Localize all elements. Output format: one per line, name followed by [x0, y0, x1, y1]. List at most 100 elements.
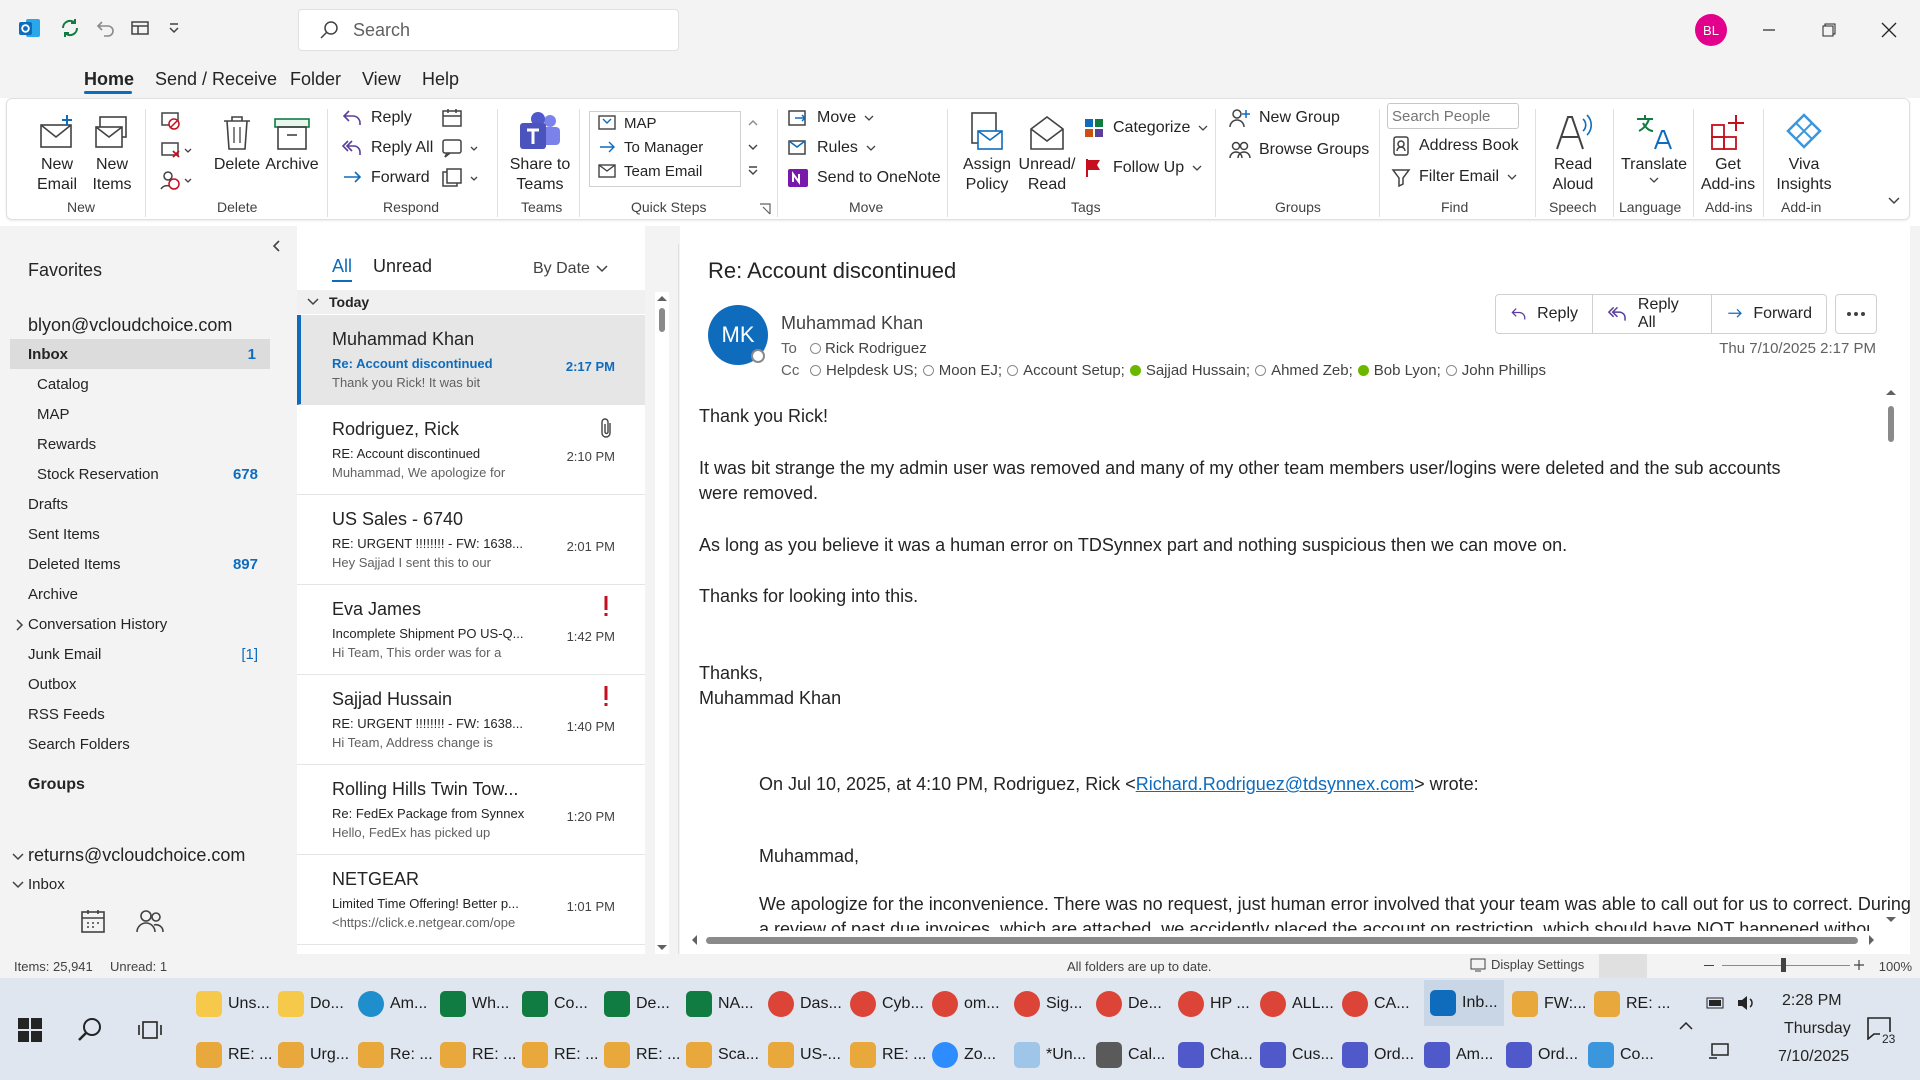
cc-recipient[interactable]: Moon EJ; — [939, 362, 1002, 379]
taskbar-item[interactable]: *Un... — [1014, 1033, 1086, 1077]
reading-hscrollbar[interactable] — [688, 933, 1878, 947]
tab-send-receive[interactable]: Send / Receive — [155, 69, 277, 90]
cc-recipient[interactable]: John Phillips — [1462, 362, 1546, 379]
expand-gallery-icon[interactable] — [741, 159, 765, 183]
folder-item-outbox[interactable]: Outbox — [28, 676, 76, 693]
folder-item-inbox2[interactable]: Inbox — [28, 876, 65, 893]
taskbar-item[interactable]: ALL... — [1260, 982, 1334, 1026]
layout-icon[interactable] — [126, 14, 154, 42]
taskbar-item[interactable]: Cha... — [1178, 1033, 1253, 1077]
clock-date[interactable]: 7/10/2025 — [1778, 1048, 1849, 1066]
taskbar-item[interactable]: Sig... — [1014, 982, 1082, 1026]
restore-button[interactable] — [1806, 12, 1852, 48]
message-list-scrollbar[interactable] — [655, 292, 669, 954]
reply-all-button-reading[interactable]: Reply All — [1592, 294, 1712, 334]
ignore-icon[interactable] — [159, 109, 181, 131]
taskbar-item[interactable]: De... — [604, 982, 670, 1026]
sync-icon[interactable] — [56, 14, 84, 42]
taskbar-item[interactable]: RE: ... — [522, 1033, 598, 1077]
collapse-folder-pane-icon[interactable] — [272, 240, 282, 252]
list-item[interactable]: US Sales - 6740 RE: URGENT !!!!!!!! - FW… — [297, 495, 645, 585]
search-people-input[interactable] — [1387, 103, 1519, 129]
people-icon[interactable] — [136, 908, 164, 934]
taskbar-item[interactable]: om... — [932, 982, 1000, 1026]
close-button[interactable] — [1866, 12, 1912, 48]
forward-button-reading[interactable]: Forward — [1711, 294, 1827, 334]
volume-icon[interactable] — [1736, 994, 1756, 1012]
cc-recipient[interactable]: Sajjad Hussain; — [1146, 362, 1250, 379]
taskbar-item[interactable]: RE: ... — [1594, 982, 1670, 1026]
search-input[interactable]: Search — [298, 9, 679, 51]
tab-folder[interactable]: Folder — [290, 69, 341, 90]
taskbar-item[interactable]: Co... — [1588, 1033, 1654, 1077]
rules-button[interactable]: Rules — [787, 137, 876, 159]
more-respond-icon[interactable] — [441, 167, 481, 189]
reply-button-reading[interactable]: Reply — [1495, 294, 1593, 334]
reply-all-button[interactable]: Reply All — [341, 137, 433, 159]
scroll-up-icon[interactable] — [1884, 386, 1898, 398]
favorites-heading[interactable]: Favorites — [28, 260, 102, 281]
dialog-launcher-icon[interactable] — [759, 203, 771, 215]
forward-button[interactable]: Forward — [341, 167, 430, 189]
folder-item-archive[interactable]: Archive — [28, 586, 78, 603]
folder-item-drafts[interactable]: Drafts — [28, 496, 68, 513]
address-book-button[interactable]: Address Book — [1391, 135, 1519, 157]
folder-item-rewards[interactable]: Rewards — [37, 436, 96, 453]
zoom-slider-thumb[interactable] — [1781, 958, 1786, 972]
show-hidden-icons[interactable] — [1678, 1020, 1694, 1032]
archive-button[interactable]: Archive — [262, 107, 322, 175]
taskbar-item[interactable]: RE: ... — [440, 1033, 516, 1077]
send-to-onenote-button[interactable]: Send to OneNote — [787, 167, 941, 189]
categorize-button[interactable]: Categorize — [1083, 117, 1208, 139]
taskbar-item[interactable]: NA... — [686, 982, 754, 1026]
list-item[interactable]: Rolling Hills Twin Tow... Re: FedEx Pack… — [297, 765, 645, 855]
network-icon[interactable] — [1708, 1042, 1730, 1060]
taskbar-item[interactable]: Ord... — [1506, 1033, 1578, 1077]
windows-start-icon[interactable] — [18, 1018, 42, 1042]
scrollbar-thumb[interactable] — [659, 308, 665, 332]
junk-icon[interactable] — [159, 169, 193, 191]
taskbar-item[interactable]: RE: ... — [850, 1033, 926, 1077]
sort-dropdown[interactable]: By Date — [533, 260, 608, 278]
taskbar-item[interactable]: De... — [1096, 982, 1162, 1026]
task-view-icon[interactable] — [138, 1018, 162, 1042]
reply-button[interactable]: Reply — [341, 107, 412, 129]
delete-button[interactable]: Delete — [207, 107, 267, 175]
scroll-right-icon[interactable] — [1866, 933, 1878, 947]
taskbar-item-active[interactable]: Inb... — [1424, 980, 1504, 1026]
undo-icon[interactable] — [92, 14, 120, 42]
tab-help[interactable]: Help — [422, 69, 459, 90]
list-item[interactable]: Muhammad Khan Re: Account discontinued T… — [297, 315, 645, 405]
collapse-ribbon-icon[interactable] — [1887, 195, 1901, 207]
zoom-out-icon[interactable] — [1704, 965, 1714, 966]
more-actions-button[interactable] — [1835, 294, 1877, 334]
tab-view[interactable]: View — [362, 69, 401, 90]
sender-name[interactable]: Muhammad Khan — [781, 313, 923, 334]
read-aloud-button[interactable]: Read Aloud — [1543, 107, 1603, 195]
get-addins-button[interactable]: Get Add-ins — [1697, 107, 1759, 195]
taskbar-item[interactable]: HP ... — [1178, 982, 1250, 1026]
folder-item-junk-email[interactable]: Junk Email — [28, 646, 101, 663]
clock-time[interactable]: 2:28 PM — [1782, 992, 1842, 1010]
taskbar-item[interactable]: Sca... — [686, 1033, 759, 1077]
quick-step-team-email[interactable]: Team Email — [598, 162, 702, 180]
taskbar-item[interactable]: Am... — [358, 982, 427, 1026]
filter-unread-tab[interactable]: Unread — [373, 256, 432, 277]
cc-recipient[interactable]: Helpdesk US; — [826, 362, 918, 379]
scrollbar-thumb[interactable] — [706, 937, 1858, 944]
taskbar-item[interactable]: Wh... — [440, 982, 509, 1026]
battery-icon[interactable] — [1706, 996, 1726, 1010]
minimize-button[interactable] — [1746, 12, 1792, 48]
cc-recipient[interactable]: Account Setup; — [1023, 362, 1125, 379]
quick-steps-gallery[interactable]: MAP To Manager Team Email — [589, 111, 765, 187]
quick-step-to-manager[interactable]: To Manager — [598, 138, 703, 156]
chevron-right-icon[interactable] — [14, 619, 24, 631]
new-email-button[interactable]: New Email — [29, 107, 85, 195]
group-header-today[interactable]: Today — [297, 290, 645, 314]
folder-item-stock-reservation[interactable]: Stock Reservation — [37, 466, 159, 483]
cc-recipient[interactable]: Ahmed Zeb; — [1271, 362, 1353, 379]
chevron-up-icon[interactable] — [741, 111, 765, 135]
user-avatar[interactable]: BL — [1695, 14, 1727, 46]
taskbar-item[interactable]: Cyb... — [850, 982, 924, 1026]
taskbar-item[interactable]: Am... — [1424, 1033, 1493, 1077]
